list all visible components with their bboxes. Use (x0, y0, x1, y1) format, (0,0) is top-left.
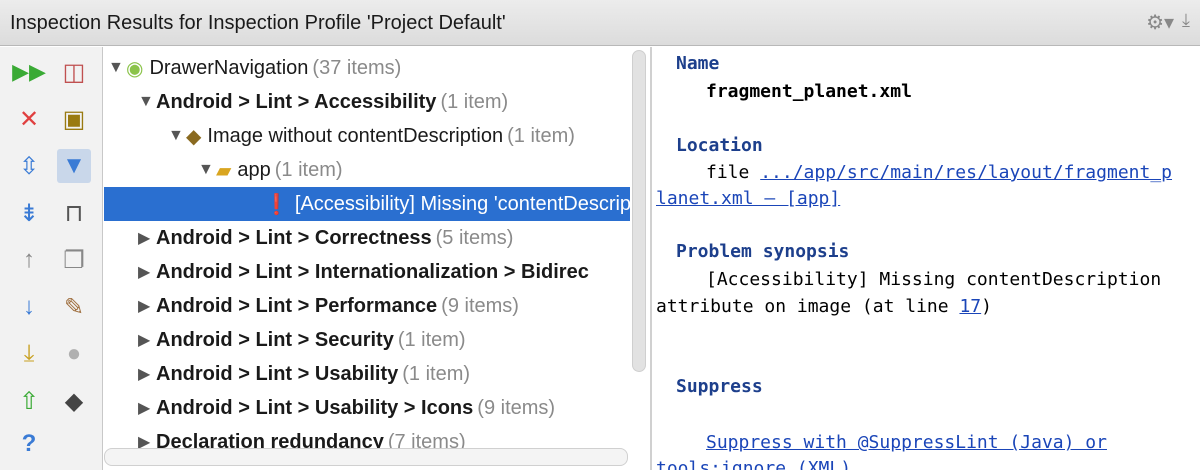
inspection-toolbar: ▶▶ ✕ ⇳ ⇟ ↑ ↓ ⤓ ⇧ ? ◫ ▣ ▼ ⊓ ❐ ✎ ● ◆ (0, 47, 103, 470)
location-line-2: lanet.xml – [app] (656, 188, 840, 209)
problem-detail-pane: Name fragment_planet.xml Location file .… (652, 47, 1200, 470)
synopsis-line-2: attribute on image (at line 17) (656, 296, 992, 317)
suppress-link[interactable]: Suppress with @SuppressLint (Java) or (706, 432, 1107, 453)
hide-icon[interactable]: ⤓ (1182, 10, 1190, 35)
suppress-link-cont[interactable]: tools:ignore (XML) (656, 458, 851, 470)
tree-root[interactable]: ▼ ◉ DrawerNavigation (37 items) (104, 51, 630, 85)
tree-item-image-no-description[interactable]: ▼ ◆ Image without contentDescription (1 … (104, 119, 630, 153)
name-heading: Name (676, 53, 720, 74)
tree-item-app[interactable]: ▼ ▰ app (1 item) (104, 153, 630, 187)
expand-arrow-icon[interactable]: ▶ (138, 330, 156, 350)
expand-arrow-icon[interactable]: ▶ (138, 228, 156, 248)
export-icon[interactable]: ⤓ (12, 337, 46, 371)
module-icon[interactable]: ▣ (57, 102, 91, 136)
filter-icon[interactable]: ▼ (57, 149, 91, 183)
bulb-icon[interactable]: ● (57, 337, 91, 371)
tree-item-usability[interactable]: ▶ Android > Lint > Usability (1 item) (104, 357, 630, 391)
suppress-line-1: Suppress with @SuppressLint (Java) or (706, 432, 1107, 453)
spy-icon[interactable]: ◆ (57, 384, 91, 418)
folder-icon: ▰ (216, 159, 232, 182)
warning-icon: ❗ (264, 193, 289, 216)
import-icon[interactable]: ⇧ (12, 384, 46, 418)
location-link-cont[interactable]: lanet.xml – [app] (656, 188, 840, 209)
suppress-heading: Suppress (676, 376, 763, 397)
tree-item-security[interactable]: ▶ Android > Lint > Security (1 item) (104, 323, 630, 357)
tree-horizontal-scrollbar[interactable] (104, 448, 628, 466)
synopsis-heading: Problem synopsis (676, 241, 850, 262)
expand-all-icon[interactable]: ⇳ (12, 149, 46, 183)
window-title: Inspection Results for Inspection Profil… (10, 12, 506, 34)
tree-vertical-scrollbar[interactable] (632, 50, 646, 372)
down-icon[interactable]: ↓ (12, 290, 46, 324)
location-heading: Location (676, 135, 763, 156)
settings-icon[interactable]: ⚙▾ (1146, 10, 1174, 35)
name-value: fragment_planet.xml (706, 81, 912, 102)
run-icon[interactable]: ▶▶ (12, 55, 46, 89)
tree-item-performance[interactable]: ▶ Android > Lint > Performance (9 items) (104, 289, 630, 323)
group-icon[interactable]: ◫ (57, 55, 91, 89)
inspection-tree: ▼ ◉ DrawerNavigation (37 items) ▼ Androi… (104, 47, 650, 470)
spy-icon: ◆ (186, 125, 202, 148)
synopsis-line-1: [Accessibility] Missing contentDescripti… (706, 269, 1162, 290)
close-icon[interactable]: ✕ (12, 102, 46, 136)
tree-item-usability-icons[interactable]: ▶ Android > Lint > Usability > Icons (9 … (104, 391, 630, 425)
location-link[interactable]: .../app/src/main/res/layout/fragment_p (760, 162, 1172, 183)
expand-arrow-icon[interactable]: ▶ (138, 398, 156, 418)
line-number-link[interactable]: 17 (959, 296, 981, 317)
expand-arrow-icon[interactable]: ▶ (138, 364, 156, 384)
autoscroll-icon[interactable]: ⊓ (57, 196, 91, 230)
tree-item-accessibility[interactable]: ▼ Android > Lint > Accessibility (1 item… (104, 85, 630, 119)
help-icon[interactable]: ? (12, 427, 46, 461)
expand-arrow-icon[interactable]: ▼ (108, 59, 126, 77)
tree-item-selected-problem[interactable]: ❗ [Accessibility] Missing 'contentDescri… (104, 187, 630, 221)
suppress-line-2: tools:ignore (XML) (656, 458, 851, 470)
expand-arrow-icon[interactable]: ▼ (198, 161, 216, 179)
tree-item-internationalization[interactable]: ▶ Android > Lint > Internationalization … (104, 255, 630, 289)
up-icon[interactable]: ↑ (12, 243, 46, 277)
fix-icon[interactable]: ✎ (57, 290, 91, 324)
expand-arrow-icon[interactable]: ▶ (138, 296, 156, 316)
location-line: file .../app/src/main/res/layout/fragmen… (706, 162, 1173, 183)
expand-arrow-icon[interactable]: ▼ (168, 127, 186, 145)
expand-arrow-icon[interactable]: ▶ (138, 262, 156, 282)
window-title-bar: Inspection Results for Inspection Profil… (0, 0, 1200, 46)
tree-item-correctness[interactable]: ▶ Android > Lint > Correctness (5 items) (104, 221, 630, 255)
android-icon: ◉ (126, 57, 144, 80)
collapse-all-icon[interactable]: ⇟ (12, 196, 46, 230)
expand-arrow-icon[interactable]: ▼ (138, 93, 156, 111)
copy-icon[interactable]: ❐ (57, 243, 91, 277)
